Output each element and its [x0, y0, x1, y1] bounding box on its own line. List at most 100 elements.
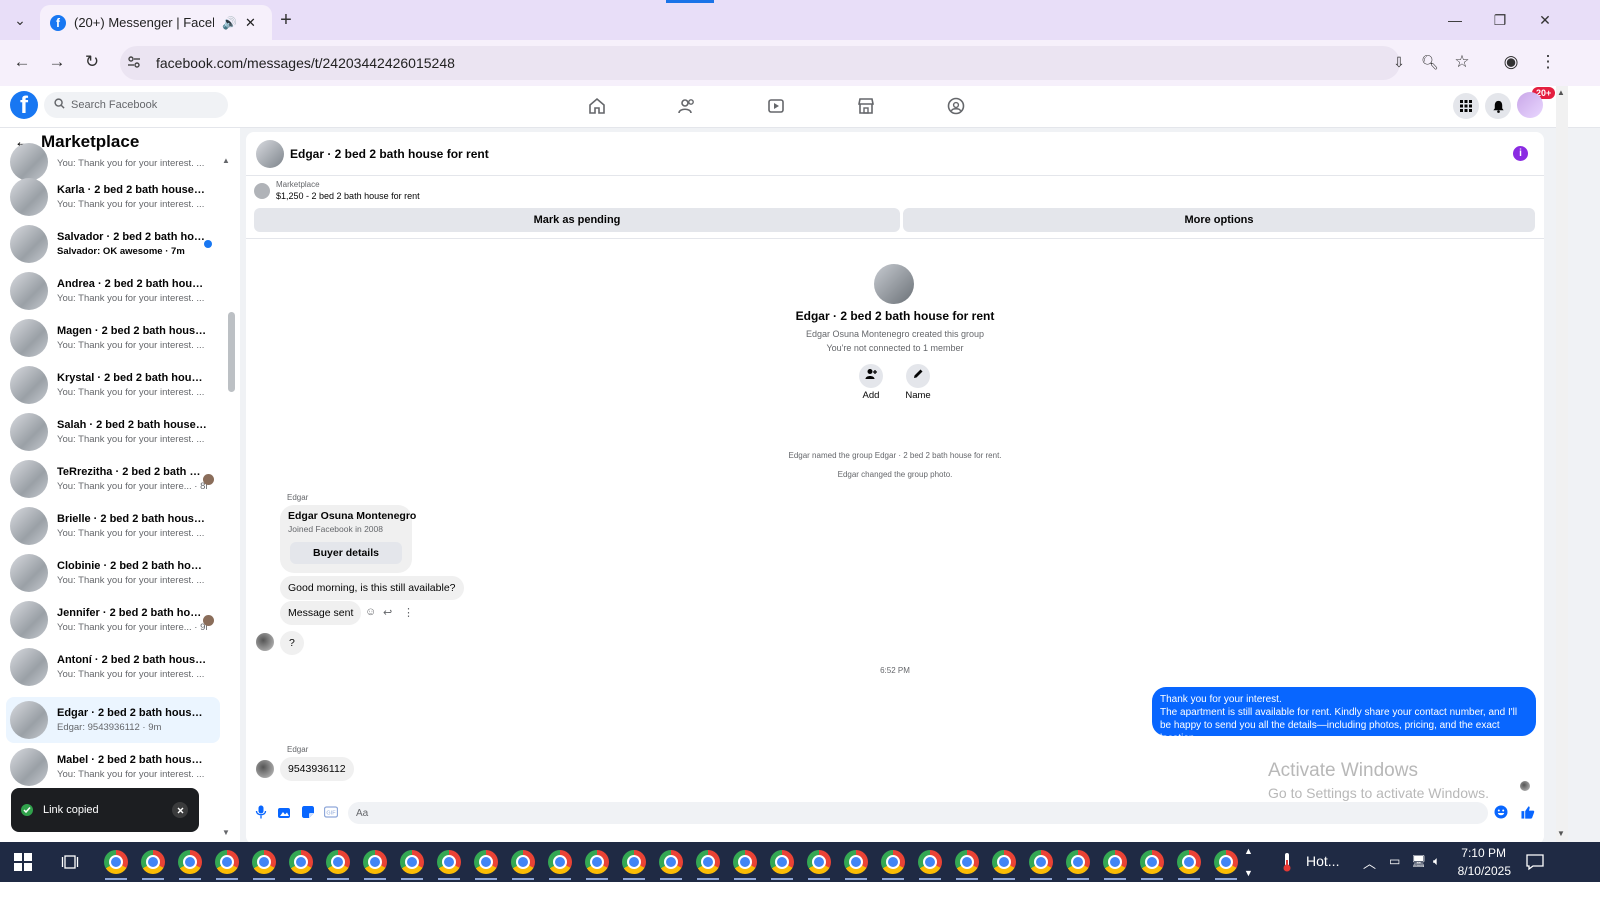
conversation-item[interactable]: Mabel · 2 bed 2 bath house for ... You: T… [6, 744, 220, 790]
chrome-taskbar-icon[interactable] [1103, 850, 1127, 874]
address-bar[interactable]: facebook.com/messages/t/2420344242601524… [120, 46, 1400, 80]
reply-icon[interactable]: ↩ [383, 606, 392, 619]
zoom-icon[interactable]: 🔍︎ [1418, 50, 1442, 74]
incoming-message[interactable]: Good morning, is this still available? [280, 576, 464, 600]
scroll-down-icon[interactable]: ▼ [222, 828, 230, 837]
conversation-item[interactable]: Antoní · 2 bed 2 bath house for... You: T… [6, 644, 220, 690]
conversation-item[interactable]: Andrea · 2 bed 2 bath house fo... You: Th… [6, 268, 220, 314]
chrome-taskbar-icon[interactable] [733, 850, 757, 874]
sender-avatar[interactable] [256, 760, 274, 778]
chrome-taskbar-icon[interactable] [881, 850, 905, 874]
chrome-taskbar-icon[interactable] [696, 850, 720, 874]
profile-icon[interactable]: ◉ [1499, 50, 1523, 74]
taskbar-scroll-up-icon[interactable]: ▲ [1244, 846, 1253, 856]
outgoing-message[interactable]: Thank you for your interest. The apartme… [1152, 687, 1536, 744]
conversation-item[interactable]: Magen · 2 bed 2 bath house fo... You: Tha… [6, 315, 220, 361]
chrome-taskbar-icon[interactable] [326, 850, 350, 874]
bookmark-star-icon[interactable]: ☆ [1450, 50, 1474, 74]
chat-avatar[interactable] [256, 139, 284, 168]
conversation-item[interactable]: Clobinie · 2 bed 2 bath house f... You: T… [6, 550, 220, 596]
conversation-item[interactable]: Edgar · 2 bed 2 bath house for ... Edgar:… [6, 697, 220, 743]
chrome-taskbar-icon[interactable] [1140, 850, 1164, 874]
conversation-item[interactable]: Salvador · 2 bed 2 bath hous... Salvador:… [6, 221, 220, 267]
clock-date[interactable]: 8/10/2025 [1450, 864, 1511, 878]
facebook-logo[interactable]: f [10, 91, 38, 119]
clock-time[interactable]: 7:10 PM [1450, 846, 1506, 860]
conversation-item[interactable]: Jennifer · 2 bed 2 bath house... You: Tha… [6, 597, 220, 643]
mark-as-pending-button[interactable]: Mark as pending [254, 208, 900, 232]
chrome-taskbar-icon[interactable] [1177, 850, 1201, 874]
buyer-details-button[interactable]: Buyer details [290, 542, 402, 564]
incoming-message[interactable]: Message sent [280, 601, 362, 625]
chrome-taskbar-icon[interactable] [955, 850, 979, 874]
chrome-taskbar-icon[interactable] [1066, 850, 1090, 874]
page-scrollbar[interactable] [1556, 86, 1568, 842]
conversation-item[interactable]: Brielle · 2 bed 2 bath house for ... You:… [6, 503, 220, 549]
minimize-icon[interactable]: — [1443, 8, 1467, 32]
page-scroll-down-icon[interactable]: ▼ [1557, 829, 1565, 838]
conversation-item[interactable]: Salah · 2 bed 2 bath house for r... You: … [6, 409, 220, 455]
gif-icon[interactable]: GIF [324, 805, 338, 819]
notification-center-icon[interactable] [1526, 853, 1544, 876]
chrome-taskbar-icon[interactable] [918, 850, 942, 874]
chrome-taskbar-icon[interactable] [1214, 850, 1238, 874]
menu-grid-icon[interactable] [1453, 93, 1479, 119]
emoji-icon[interactable] [1494, 805, 1508, 819]
react-icon[interactable]: ☺ [365, 606, 376, 618]
info-icon[interactable]: i [1513, 146, 1528, 161]
add-member-button[interactable] [859, 364, 883, 388]
network-icon[interactable]: 🖥︎ [1411, 854, 1426, 868]
close-window-icon[interactable]: ✕ [1533, 8, 1557, 32]
windows-start-icon[interactable] [14, 853, 32, 876]
chrome-taskbar-icon[interactable] [548, 850, 572, 874]
tab-search-icon[interactable]: ⌄ [8, 8, 32, 32]
thermometer-icon[interactable] [1280, 852, 1294, 877]
conversation-item[interactable]: TeRrezitha · 2 bed 2 bath ho... You: Than… [6, 456, 220, 502]
microphone-icon[interactable] [254, 805, 268, 819]
page-scroll-up-icon[interactable]: ▲ [1557, 88, 1565, 97]
friends-nav-icon[interactable] [675, 94, 699, 118]
message-input[interactable]: Aa [348, 802, 1488, 824]
home-nav-icon[interactable] [585, 94, 609, 118]
weather-text[interactable]: Hot... [1306, 853, 1339, 869]
chrome-taskbar-icon[interactable] [770, 850, 794, 874]
chrome-taskbar-icon[interactable] [511, 850, 535, 874]
chrome-taskbar-icon[interactable] [585, 850, 609, 874]
chrome-taskbar-icon[interactable] [289, 850, 313, 874]
chrome-taskbar-icon[interactable] [807, 850, 831, 874]
back-icon[interactable]: ← [10, 50, 34, 74]
chrome-taskbar-icon[interactable] [141, 850, 165, 874]
sender-avatar[interactable] [256, 633, 274, 651]
conversation-item[interactable]: Karla · 2 bed 2 bath house for r... You: … [6, 174, 220, 220]
install-app-icon[interactable]: ⇩ [1387, 50, 1411, 74]
chrome-taskbar-icon[interactable] [363, 850, 387, 874]
account-avatar[interactable] [1517, 92, 1543, 118]
chrome-taskbar-icon[interactable] [437, 850, 461, 874]
listing-row[interactable]: Marketplace $1,250 - 2 bed 2 bath house … [254, 180, 420, 201]
speaker-icon[interactable]: 🔊 [222, 16, 237, 30]
reload-icon[interactable]: ↻ [80, 50, 104, 74]
chrome-taskbar-icon[interactable] [992, 850, 1016, 874]
close-tab-icon[interactable]: ✕ [245, 15, 256, 31]
more-icon[interactable]: ⋮ [403, 606, 414, 619]
chrome-taskbar-icon[interactable] [252, 850, 276, 874]
video-nav-icon[interactable] [764, 94, 788, 118]
chrome-taskbar-icon[interactable] [844, 850, 868, 874]
incoming-message[interactable]: 9543936112 [280, 757, 354, 781]
forward-icon[interactable]: → [45, 50, 69, 74]
browser-tab[interactable]: f (20+) Messenger | Facebook 🔊 ✕ [40, 5, 272, 40]
rename-button[interactable] [906, 364, 930, 388]
photo-icon[interactable] [277, 805, 291, 819]
incoming-message[interactable]: ? [280, 631, 304, 655]
more-options-button[interactable]: More options [903, 208, 1535, 232]
tray-expand-icon[interactable]: ︿ [1363, 853, 1376, 872]
sticker-icon[interactable] [301, 805, 315, 819]
chrome-taskbar-icon[interactable] [1029, 850, 1053, 874]
volume-icon[interactable]: 🔈︎ [1433, 854, 1440, 869]
browser-menu-icon[interactable]: ⋮ [1536, 50, 1560, 74]
groups-nav-icon[interactable] [944, 94, 968, 118]
conversation-item[interactable]: Krystal · 2 bed 2 bath house for... You: … [6, 362, 220, 408]
close-toast-icon[interactable] [172, 802, 188, 818]
chrome-taskbar-icon[interactable] [215, 850, 239, 874]
chrome-taskbar-icon[interactable] [178, 850, 202, 874]
